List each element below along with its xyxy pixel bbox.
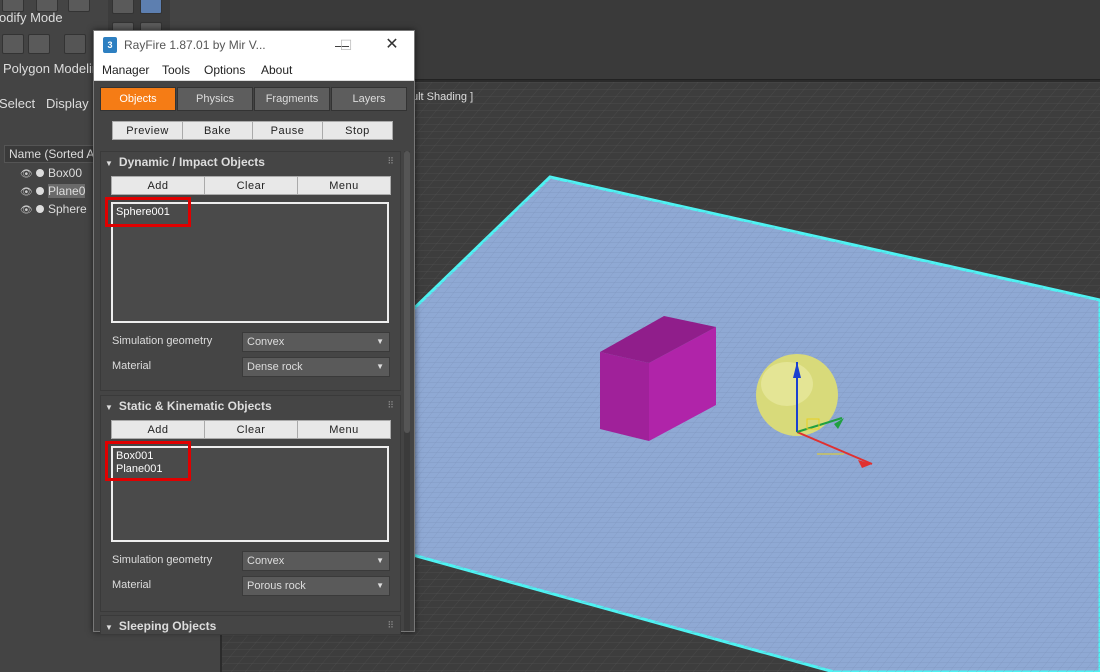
static-add-button[interactable]: Add bbox=[111, 420, 205, 439]
close-icon[interactable]: ✕ bbox=[382, 35, 402, 55]
menu-about[interactable]: About bbox=[261, 63, 292, 77]
static-rollout-title[interactable]: ▼ Static & Kinematic Objects bbox=[105, 399, 272, 413]
dynamic-button-row: Add Clear Menu bbox=[111, 176, 391, 195]
dropdown-arrow-icon: ▼ bbox=[376, 581, 384, 590]
modify-mode-label: odify Mode bbox=[0, 10, 63, 25]
material-dropdown[interactable]: Porous rock ▼ bbox=[242, 576, 390, 596]
dropdown-arrow-icon: ▼ bbox=[376, 556, 384, 565]
static-button-row: Add Clear Menu bbox=[111, 420, 391, 439]
sleeping-objects-rollout: ▼ Sleeping Objects ⠿ bbox=[100, 615, 401, 635]
rayfire-titlebar[interactable]: 3 RayFire 1.87.01 by Mir V... — ☐ ✕ bbox=[94, 31, 414, 59]
dynamic-clear-button[interactable]: Clear bbox=[204, 176, 298, 195]
collapse-triangle-icon: ▼ bbox=[105, 623, 113, 632]
tab-objects[interactable]: Objects bbox=[100, 87, 176, 111]
tab-layers[interactable]: Layers bbox=[331, 87, 407, 111]
display-tab[interactable]: Display bbox=[46, 96, 89, 111]
bake-button[interactable]: Bake bbox=[182, 121, 253, 140]
toolbar-button[interactable] bbox=[68, 0, 90, 12]
material-label: Material bbox=[112, 579, 152, 591]
scene-explorer-header[interactable]: Name (Sorted A bbox=[4, 145, 100, 163]
render-dot-icon bbox=[36, 169, 44, 177]
material-dropdown[interactable]: Dense rock ▼ bbox=[242, 357, 390, 377]
dropdown-arrow-icon: ▼ bbox=[376, 362, 384, 371]
sim-geometry-dropdown[interactable]: Convex ▼ bbox=[242, 551, 390, 571]
dynamic-rollout-title[interactable]: ▼ Dynamic / Impact Objects bbox=[105, 155, 265, 169]
eye-icon[interactable]: 👁 bbox=[20, 187, 33, 198]
rayfire-tabs: Objects Physics Fragments Layers bbox=[100, 87, 410, 111]
dropdown-arrow-icon: ▼ bbox=[376, 337, 384, 346]
maximize-icon[interactable]: ☐ bbox=[336, 35, 356, 55]
modifier-tool-button[interactable] bbox=[2, 34, 24, 54]
viewport-shading-label[interactable]: ult Shading ] bbox=[412, 91, 473, 103]
scene-row[interactable]: 👁 Sphere bbox=[20, 202, 100, 220]
grip-icon: ⠿ bbox=[387, 156, 394, 166]
stop-button[interactable]: Stop bbox=[322, 121, 393, 140]
sim-geometry-label: Simulation geometry bbox=[112, 554, 213, 566]
preview-button[interactable]: Preview bbox=[112, 121, 183, 140]
command-tab-button[interactable] bbox=[112, 0, 134, 14]
sim-geometry-label: Simulation geometry bbox=[112, 335, 213, 347]
tab-fragments[interactable]: Fragments bbox=[254, 87, 330, 111]
collapse-triangle-icon: ▼ bbox=[105, 159, 113, 168]
static-clear-button[interactable]: Clear bbox=[204, 420, 298, 439]
collapse-triangle-icon: ▼ bbox=[105, 403, 113, 412]
box-front-face[interactable] bbox=[600, 352, 649, 441]
app-logo-icon: 3 bbox=[103, 37, 117, 53]
eye-icon[interactable]: 👁 bbox=[20, 205, 33, 216]
menu-manager[interactable]: Manager bbox=[102, 63, 149, 77]
grip-icon: ⠿ bbox=[387, 400, 394, 410]
sphere-highlight bbox=[761, 362, 813, 406]
render-dot-icon bbox=[36, 205, 44, 213]
modifier-tool-button[interactable] bbox=[64, 34, 86, 54]
dynamic-menu-button[interactable]: Menu bbox=[297, 176, 391, 195]
polygon-modeling-label: Polygon Modelin bbox=[3, 61, 100, 76]
highlight-box bbox=[105, 441, 191, 481]
dynamic-add-button[interactable]: Add bbox=[111, 176, 205, 195]
menu-tools[interactable]: Tools bbox=[162, 63, 190, 77]
rayfire-scrollbar[interactable] bbox=[404, 151, 410, 631]
render-dot-icon bbox=[36, 187, 44, 195]
modifier-tool-button[interactable] bbox=[28, 34, 50, 54]
eye-icon[interactable]: 👁 bbox=[20, 169, 33, 180]
rayfire-window: 3 RayFire 1.87.01 by Mir V... — ☐ ✕ Mana… bbox=[93, 30, 415, 635]
scene-row[interactable]: 👁 Plane0 bbox=[20, 184, 100, 202]
sim-geometry-dropdown[interactable]: Convex ▼ bbox=[242, 332, 390, 352]
command-tab-button[interactable] bbox=[140, 0, 162, 14]
sleeping-rollout-title[interactable]: ▼ Sleeping Objects bbox=[105, 619, 216, 633]
simulation-actions: Preview Bake Pause Stop bbox=[112, 121, 394, 141]
static-objects-rollout: ▼ Static & Kinematic Objects ⠿ Add Clear … bbox=[100, 395, 401, 612]
scrollbar-thumb[interactable] bbox=[404, 151, 410, 433]
menu-bar: Manager Tools Options About bbox=[94, 59, 414, 81]
dynamic-objects-rollout: ▼ Dynamic / Impact Objects ⠿ Add Clear Me… bbox=[100, 151, 401, 391]
scene-row[interactable]: 👁 Box00 bbox=[20, 166, 100, 184]
static-menu-button[interactable]: Menu bbox=[297, 420, 391, 439]
highlight-box bbox=[105, 197, 191, 227]
tab-physics[interactable]: Physics bbox=[177, 87, 253, 111]
material-label: Material bbox=[112, 360, 152, 372]
grip-icon: ⠿ bbox=[387, 620, 394, 630]
scene-explorer: Name (Sorted A 👁 Box00 👁 Plane0 👁 Sphere bbox=[0, 145, 100, 672]
pause-button[interactable]: Pause bbox=[252, 121, 323, 140]
select-tab[interactable]: Select bbox=[0, 96, 35, 111]
menu-options[interactable]: Options bbox=[204, 63, 245, 77]
window-title: RayFire 1.87.01 by Mir V... bbox=[124, 38, 266, 52]
